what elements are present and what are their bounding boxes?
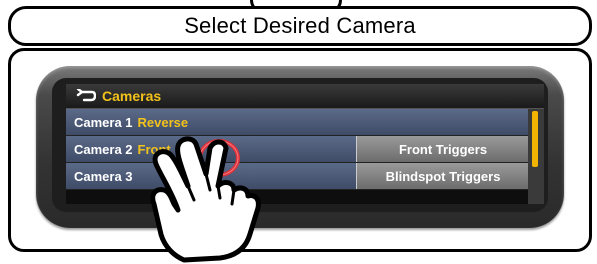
camera-name: Camera 3 [74, 168, 133, 184]
banner-title: Select Desired Camera [184, 13, 416, 38]
camera-row-1[interactable]: Camera 1 Reverse [66, 109, 528, 136]
camera-value: Reverse [137, 114, 189, 130]
camera-name: Camera 1 [74, 114, 133, 130]
front-triggers-button[interactable]: Front Triggers [356, 136, 529, 162]
back-arrow-icon[interactable] [74, 87, 97, 103]
screen-header: Cameras [66, 84, 544, 109]
hand-pointer-icon [150, 136, 261, 263]
blindspot-triggers-button[interactable]: Blindspot Triggers [356, 163, 529, 189]
screen-title: Cameras [102, 88, 162, 104]
scrollbar-thumb[interactable] [532, 111, 538, 167]
scrollbar[interactable] [528, 109, 544, 204]
camera-name: Camera 2 [74, 141, 133, 157]
title-banner: Select Desired Camera [8, 6, 592, 46]
display-screen: Cameras Camera 1 Reverse Camera 2 Front … [66, 84, 544, 204]
